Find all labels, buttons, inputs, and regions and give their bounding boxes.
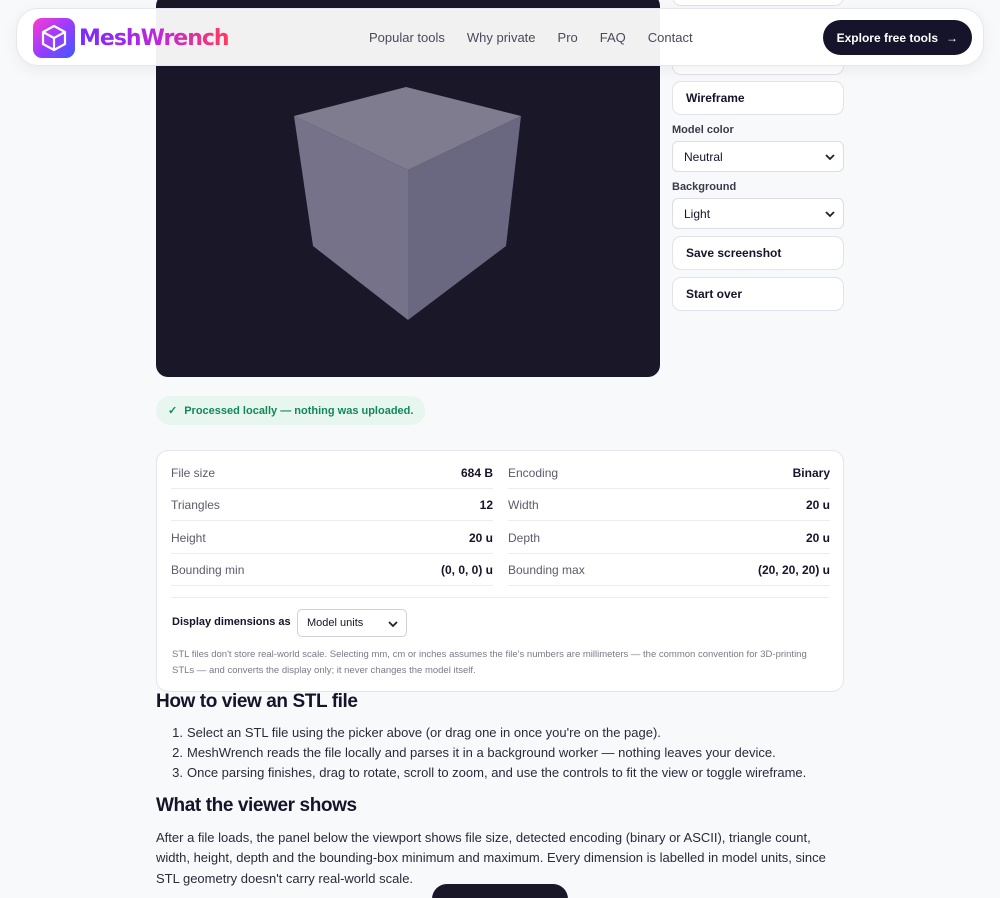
fit-view-button-partial[interactable] <box>672 0 844 6</box>
stat-bounding-max: Bounding max (20, 20, 20) u <box>508 554 830 586</box>
stat-height: Height 20 u <box>171 522 493 554</box>
explore-tools-label: Explore free tools <box>836 30 938 45</box>
stat-width: Width 20 u <box>508 489 830 521</box>
background-select[interactable]: Light <box>672 198 844 229</box>
start-over-button[interactable]: Start over <box>672 277 844 311</box>
save-screenshot-button[interactable]: Save screenshot <box>672 236 844 270</box>
cube-logo-icon <box>33 18 75 58</box>
background-value: Light <box>684 206 711 221</box>
nav-pro[interactable]: Pro <box>558 30 578 45</box>
model-color-select[interactable]: Neutral <box>672 141 844 172</box>
privacy-text: Processed locally — nothing was uploaded… <box>184 404 414 417</box>
chevron-down-icon <box>825 154 835 161</box>
stat-depth: Depth 20 u <box>508 522 830 554</box>
brand-name: MeshWrench <box>79 25 230 51</box>
stats-divider <box>171 597 829 598</box>
wireframe-button[interactable]: Wireframe <box>672 81 844 115</box>
stat-file-size: File size 684 B <box>171 457 493 489</box>
list-item: 2. MeshWrench reads the file locally and … <box>172 745 776 760</box>
brand-logo[interactable]: MeshWrench <box>33 18 230 58</box>
nav-why-private[interactable]: Why private <box>467 30 536 45</box>
stat-triangles: Triangles 12 <box>171 489 493 521</box>
list-item: 3. Once parsing finishes, drag to rotate,… <box>172 765 807 780</box>
stat-encoding: Encoding Binary <box>508 457 830 489</box>
nav-popular-tools[interactable]: Popular tools <box>369 30 445 45</box>
display-units-select[interactable]: Model units <box>297 609 407 637</box>
units-note: STL files don't store real-world scale. … <box>172 649 807 676</box>
checkmark-icon: ✓ <box>168 405 178 417</box>
stat-bounding-min: Bounding min (0, 0, 0) u <box>171 554 493 586</box>
site-header: MeshWrench Popular tools Why private Pro… <box>16 8 984 66</box>
model-stats-panel: File size 684 B Encoding Binary Triangles 1… <box>156 450 844 692</box>
howto-steps: 1. Select an STL file using the picker ab… <box>156 725 846 785</box>
model-color-label: Model color <box>672 124 734 136</box>
chevron-down-icon <box>388 621 398 628</box>
display-units-value: Model units <box>307 617 364 629</box>
main-nav: Popular tools Why private Pro FAQ Contac… <box>369 30 693 45</box>
list-item: 1. Select an STL file using the picker ab… <box>172 725 661 740</box>
viewer-paragraph: After a file loads, the panel below the … <box>156 830 826 886</box>
model-color-value: Neutral <box>684 149 723 164</box>
viewer-heading: What the viewer shows <box>156 795 357 816</box>
arrow-right-icon: → <box>946 30 958 45</box>
display-units-label: Display dimensions as <box>172 616 291 628</box>
chevron-down-icon <box>825 211 835 218</box>
background-label: Background <box>672 181 737 193</box>
floating-toolbar[interactable] <box>432 884 568 898</box>
explore-tools-button[interactable]: Explore free tools → <box>822 20 972 55</box>
nav-faq[interactable]: FAQ <box>600 30 626 45</box>
nav-contact[interactable]: Contact <box>648 30 693 45</box>
page: MeshWrench Popular tools Why private Pro… <box>0 0 1000 898</box>
privacy-badge: ✓ Processed locally — nothing was upload… <box>156 396 426 425</box>
howto-heading: How to view an STL file <box>156 691 358 712</box>
